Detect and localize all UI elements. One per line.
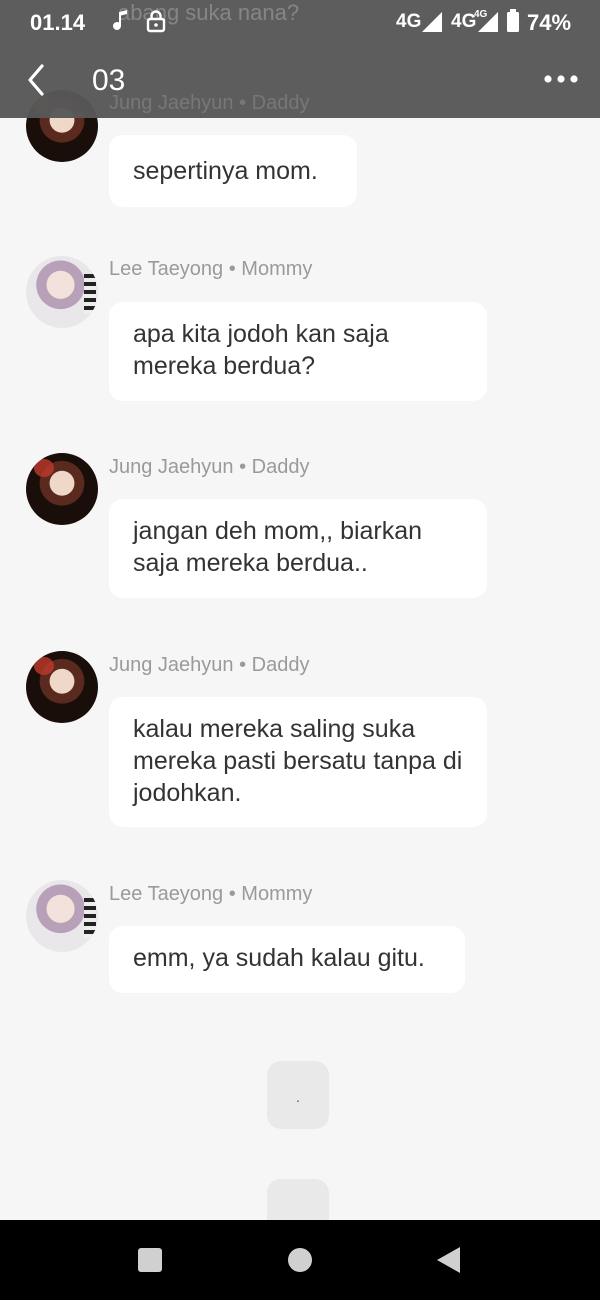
avatar-daddy[interactable] — [26, 453, 98, 525]
avatar-mommy[interactable] — [26, 880, 98, 952]
message-bubble[interactable]: emm, ya sudah kalau gitu. — [109, 926, 465, 993]
lock-icon — [146, 9, 166, 38]
recents-button[interactable] — [130, 1240, 170, 1280]
message-bubble[interactable]: sepertinya mom. — [109, 135, 357, 207]
system-navigation-bar — [0, 1220, 600, 1300]
sender-name: Lee Taeyong • Mommy — [109, 883, 313, 905]
chat-list[interactable]: sepertinya mom. Lee Taeyong • Mommy apa … — [0, 0, 600, 1220]
circle-icon — [280, 1248, 320, 1284]
message-bubble[interactable]: jangan deh mom,, biarkan saja mereka ber… — [109, 499, 487, 598]
battery-icon — [506, 9, 520, 38]
signal-icon — [421, 11, 443, 38]
signal-icon — [477, 11, 499, 38]
more-options-button[interactable] — [540, 64, 580, 94]
chat-title: 03 — [92, 64, 126, 97]
avatar-mommy[interactable] — [26, 256, 98, 328]
network-label: 4G — [396, 11, 422, 32]
triangle-back-icon — [430, 1247, 470, 1284]
network-label: 4G — [451, 11, 477, 32]
message-bubble[interactable]: apa kita jodoh kan saja mereka berdua? — [109, 302, 487, 401]
sender-name: Lee Taeyong • Mommy — [109, 258, 313, 280]
avatar-daddy[interactable] — [26, 651, 98, 723]
message-bubble[interactable]: kalau mereka saling suka mereka pasti be… — [109, 697, 487, 827]
chevron-left-icon — [22, 64, 58, 104]
music-note-icon — [112, 9, 130, 38]
more-dots-icon — [540, 75, 580, 98]
system-back-button[interactable] — [430, 1240, 470, 1280]
square-icon — [130, 1248, 170, 1284]
typing-bubble[interactable] — [267, 1179, 329, 1220]
battery-percent: 74% — [527, 10, 572, 35]
sender-name: Jung Jaehyun • Daddy — [109, 456, 310, 478]
home-button[interactable] — [280, 1240, 320, 1280]
typing-bubble[interactable]: . — [267, 1061, 329, 1129]
back-button[interactable] — [22, 60, 58, 100]
app-header: abang suka nana? Jung Jaehyun • Daddy 01… — [0, 0, 600, 118]
scrolled-sender-name: Jung Jaehyun • Daddy — [109, 92, 310, 114]
chat-screen: sepertinya mom. Lee Taeyong • Mommy apa … — [0, 0, 600, 1300]
status-time: 01.14 — [30, 10, 86, 35]
sender-name: Jung Jaehyun • Daddy — [109, 654, 310, 676]
